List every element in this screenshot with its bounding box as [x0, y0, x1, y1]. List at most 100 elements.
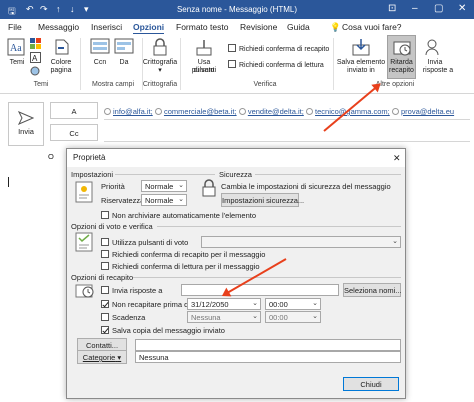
recipient[interactable]: info@alfa.it; [113, 107, 153, 116]
to-button[interactable]: A [50, 102, 98, 119]
close-icon[interactable]: ✕ [458, 3, 466, 14]
save-copy-label: Salva copia del messaggio inviato [112, 326, 225, 335]
expires-after[interactable]: Scadenza [101, 313, 145, 322]
expires-date-select[interactable]: Nessuna ⌄ [187, 311, 261, 323]
chevron-down-icon: ⌄ [178, 196, 184, 203]
lock-icon[interactable] [152, 38, 168, 58]
deliver-date-value: 31/12/2050 [191, 300, 229, 309]
tab-formato-testo[interactable]: Formato testo [176, 22, 228, 32]
divider [133, 277, 401, 278]
save-sent-label-2: inviato in [347, 67, 375, 74]
fonts-icon[interactable]: A [30, 52, 42, 66]
direct-replies-label-1: Invia [427, 59, 443, 66]
deliver-time-select[interactable]: 00:00 ⌄ [265, 298, 321, 310]
tab-guida[interactable]: Guida [287, 22, 310, 32]
deliver-before-checkbox[interactable] [101, 300, 109, 308]
delay-delivery-label-1: Ritarda [390, 59, 413, 66]
chevron-down-icon: ▾ [117, 353, 122, 362]
contacts-input[interactable] [135, 339, 401, 351]
replies-checkbox[interactable] [101, 286, 109, 294]
separator [80, 38, 81, 90]
autoarchive-label: Non archiviare automaticamente l'element… [112, 211, 257, 220]
send-label: Invia [18, 127, 34, 136]
group-verifica: Verifica [253, 81, 277, 88]
chevron-down-icon: ⌄ [178, 182, 184, 189]
save-sent-icon[interactable] [352, 38, 370, 58]
close-button[interactable]: Chiudi [343, 377, 399, 391]
presence-icon [104, 108, 111, 115]
security-settings-button[interactable]: Impostazioni sicurezza... [221, 193, 304, 207]
request-read-receipt-msg[interactable]: Richiedi conferma di lettura per il mess… [101, 262, 260, 271]
divider [115, 174, 215, 175]
dialog-close-icon[interactable]: ✕ [393, 153, 401, 164]
save-copy-sent[interactable]: Salva copia del messaggio inviato [101, 326, 225, 335]
use-voting-buttons[interactable]: Utilizza pulsanti di voto [101, 238, 188, 247]
select-names-button[interactable]: Seleziona nomi... [343, 283, 402, 297]
sensitivity-value: Normale [145, 196, 174, 205]
have-replies-sent-to[interactable]: Invia risposte a [101, 286, 162, 295]
delivery-receipt-checkbox[interactable] [228, 44, 236, 52]
categories-input[interactable]: Nessuna [135, 351, 401, 363]
minimize-icon[interactable]: – [412, 3, 418, 14]
voting-label: Utilizza pulsanti di voto [112, 238, 189, 247]
security-header: Sicurezza [219, 170, 252, 179]
themes-button[interactable]: Aa [7, 38, 25, 58]
settings-icon [75, 181, 95, 205]
read-receipt-msg-checkbox[interactable] [101, 262, 109, 270]
replies-input[interactable] [181, 284, 339, 296]
voting-buttons-icon[interactable] [196, 38, 212, 58]
autoarchive-checkbox[interactable] [101, 211, 109, 219]
presence-icon [154, 108, 162, 115]
do-not-deliver-before[interactable]: Non recapitare prima di [101, 300, 190, 309]
request-delivery-receipt-msg[interactable]: Richiedi conferma di recapito per il mes… [101, 250, 265, 259]
categories-button[interactable]: Categorie ▾ [77, 350, 127, 364]
encrypt-label: Crittografia [142, 59, 178, 66]
ribbon-display-icon[interactable]: ⊡ [388, 3, 396, 14]
expires-date-value: Nessuna [191, 313, 221, 322]
to-recipients[interactable]: info@alfa.it; commerciale@beta.it; vendi… [104, 107, 470, 117]
from-icon[interactable] [114, 38, 134, 58]
maximize-icon[interactable]: ▢ [434, 3, 443, 14]
tab-file[interactable]: File [8, 22, 22, 32]
read-receipt-checkbox[interactable] [228, 60, 236, 68]
expires-checkbox[interactable] [101, 313, 109, 321]
voting-label-2: di voto [193, 67, 215, 74]
svg-text:A: A [32, 54, 38, 63]
divider [255, 174, 401, 175]
save-copy-checkbox[interactable] [101, 326, 109, 334]
chevron-down-icon: ⌄ [392, 238, 398, 245]
voting-options-select[interactable]: ⌄ [201, 236, 401, 248]
colors-icon[interactable] [30, 38, 42, 52]
divider [104, 141, 470, 142]
security-text: Cambia le impostazioni di sicurezza del … [221, 182, 391, 191]
voting-checkbox[interactable] [101, 238, 109, 246]
do-not-autoarchive[interactable]: Non archiviare automaticamente l'element… [101, 211, 256, 220]
priority-value: Normale [145, 182, 174, 191]
sensitivity-select[interactable]: Normale ⌄ [141, 194, 187, 206]
send-button[interactable]: Invia [8, 102, 44, 146]
priority-select[interactable]: Normale ⌄ [141, 180, 187, 192]
properties-dialog: Proprietà ✕ Impostazioni Priorità Normal… [66, 148, 406, 399]
svg-text:Aa: Aa [10, 43, 22, 54]
cc-button[interactable]: Cc [50, 124, 98, 141]
recipient[interactable]: commerciale@beta.it; [164, 107, 237, 116]
page-color-icon[interactable] [52, 38, 70, 58]
request-delivery-receipt[interactable]: Richiedi conferma di recapito [228, 44, 329, 53]
tab-revisione[interactable]: Revisione [240, 22, 277, 32]
expires-time-select[interactable]: 00:00 ⌄ [265, 311, 321, 323]
read-receipt-label: Richiedi conferma di lettura [239, 62, 324, 69]
effects-icon[interactable] [30, 66, 42, 78]
request-read-receipt[interactable]: Richiedi conferma di lettura [228, 60, 324, 69]
dialog-title-bar: Proprietà [67, 149, 405, 167]
presence-icon [306, 108, 314, 115]
recipient[interactable]: vendite@delta.it; [248, 107, 304, 116]
group-mostra-campi: Mostra campi [91, 81, 134, 88]
recipient[interactable]: prova@delta.eu [401, 107, 454, 116]
priority-label: Priorità [101, 182, 125, 191]
tab-messaggio[interactable]: Messaggio [38, 22, 79, 32]
tab-inserisci[interactable]: Inserisci [91, 22, 122, 32]
bcc-icon[interactable] [90, 38, 110, 58]
tell-me-search[interactable]: Cosa vuoi fare? [342, 22, 402, 32]
delivery-receipt-msg-checkbox[interactable] [101, 250, 109, 258]
direct-replies-icon[interactable] [424, 38, 442, 58]
